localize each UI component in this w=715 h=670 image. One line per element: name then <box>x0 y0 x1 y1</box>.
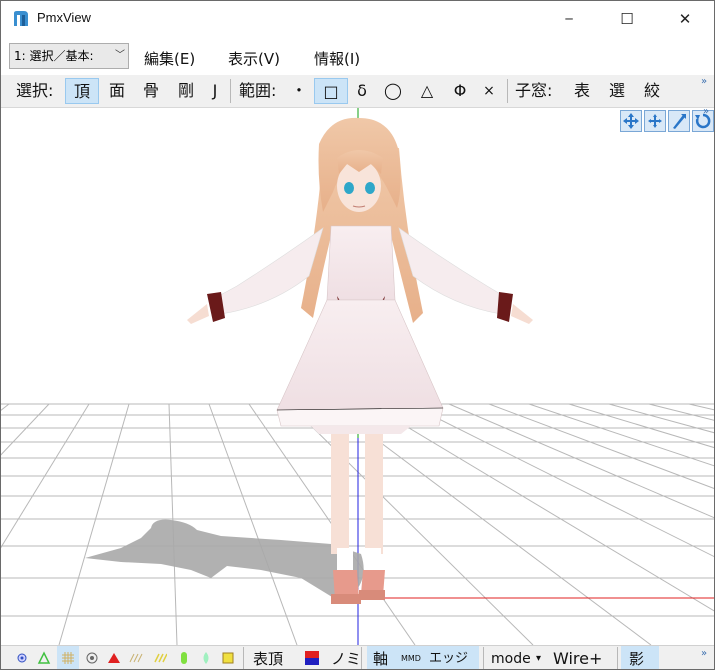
capsule-icon[interactable] <box>177 651 191 665</box>
wire-plus-toggle[interactable]: Wire+ <box>553 647 602 669</box>
child-window-filter-button[interactable]: 絞 <box>637 78 667 104</box>
minimize-icon: ─ <box>565 12 573 26</box>
target-icon[interactable] <box>85 651 99 665</box>
shadow-toggle[interactable]: 影 <box>629 647 644 669</box>
pmxview-app-icon <box>14 11 28 26</box>
move-axes-button[interactable] <box>644 110 666 132</box>
move-axes-icon <box>648 114 662 128</box>
statusbar-separator <box>361 647 362 669</box>
range-triangle-button[interactable]: △ <box>413 78 441 104</box>
model-shadow <box>85 519 364 600</box>
chevron-down-icon: ﹀ <box>115 50 125 61</box>
menu-bar: 1: 選択／基本: ﹀ 編集(E) 表示(V) 情報(I) <box>1 39 714 75</box>
range-phi-button[interactable]: Φ <box>446 78 474 104</box>
edge-toggle[interactable]: エッジ <box>429 647 468 669</box>
child-window-select-button[interactable]: 選 <box>602 78 632 104</box>
child-window-table-button[interactable]: 表 <box>567 78 597 104</box>
range-delta-button[interactable]: δ <box>350 78 374 104</box>
mode-select-value: 1: 選択／基本: <box>14 49 94 63</box>
mode-select[interactable]: 1: 選択／基本: ﹀ <box>9 43 129 69</box>
joint-icon[interactable] <box>221 651 235 665</box>
child-window-label: 子窓: <box>515 81 553 100</box>
select-vertex-button[interactable]: 頂 <box>65 78 99 104</box>
viewport-overflow-icon[interactable]: » <box>703 108 709 117</box>
select-joint-button[interactable]: J <box>204 78 226 104</box>
chevron-down-icon[interactable]: ▾ <box>536 647 541 669</box>
statusbar-separator <box>243 647 244 669</box>
select-label: 選択: <box>16 81 54 100</box>
maximize-icon: ☐ <box>620 10 634 28</box>
toolbar-separator <box>507 79 508 103</box>
main-window: PmxView ─ ☐ ✕ 1: 選択／基本: ﹀ 編集(E) 表示(V) 情報… <box>0 0 715 670</box>
statusbar-overflow-icon[interactable]: » <box>701 648 707 659</box>
color-swatch-icon[interactable] <box>305 651 319 665</box>
range-cancel-button[interactable]: × <box>477 78 501 104</box>
mmd-toggle[interactable]: MMD <box>401 647 421 669</box>
close-icon: ✕ <box>678 10 692 28</box>
select-rigid-button[interactable]: 剛 <box>171 78 201 104</box>
weight-lines-icon[interactable] <box>129 651 143 665</box>
status-bar: 表頂 ノミ 軸 MMD エッジ mode ▾ Wire+ 影 » <box>1 645 714 669</box>
close-button[interactable]: ✕ <box>662 1 708 37</box>
title-bar[interactable]: PmxView ─ ☐ ✕ <box>1 1 714 37</box>
vertex-dot-icon[interactable] <box>15 651 29 665</box>
show-vertex-label[interactable]: 表頂 <box>253 647 283 669</box>
toolbar-separator <box>230 79 231 103</box>
menu-info[interactable]: 情報(I) <box>314 48 360 69</box>
menu-view[interactable]: 表示(V) <box>228 48 280 69</box>
grid-icon[interactable] <box>61 651 75 665</box>
range-circle-button[interactable]: ◯ <box>379 78 407 104</box>
range-label: 範囲: <box>239 81 277 100</box>
maximize-button[interactable]: ☐ <box>604 1 650 37</box>
mode-dropdown[interactable]: mode <box>491 647 531 669</box>
statusbar-separator <box>483 647 484 669</box>
soft-body-icon[interactable] <box>199 651 213 665</box>
range-rect-button[interactable]: □ <box>314 78 348 104</box>
move-view-icon <box>623 113 639 129</box>
toolbar-overflow-icon[interactable]: » <box>701 76 707 87</box>
statusbar-separator <box>617 647 618 669</box>
no-label[interactable]: ノミ <box>331 647 361 669</box>
range-point-button[interactable]: ・ <box>287 78 311 104</box>
select-face-button[interactable]: 面 <box>102 78 132 104</box>
zoom-icon <box>673 114 686 129</box>
window-title: PmxView <box>37 10 91 25</box>
move-view-button[interactable] <box>620 110 642 132</box>
3d-viewport[interactable]: » <box>1 108 714 645</box>
character-model <box>187 117 533 604</box>
red-triangle-icon[interactable] <box>107 651 121 665</box>
axis-toggle[interactable]: 軸 <box>373 647 388 669</box>
zoom-button[interactable] <box>668 110 690 132</box>
minimize-button[interactable]: ─ <box>546 1 592 37</box>
yellow-lines-icon[interactable] <box>153 651 167 665</box>
toolbar: 選択: 頂 面 骨 剛 J 範囲: ・ □ δ ◯ △ Φ × 子窓: 表 選 … <box>1 75 714 108</box>
select-bone-button[interactable]: 骨 <box>136 78 166 104</box>
menu-edit[interactable]: 編集(E) <box>144 48 195 69</box>
viewport-scene <box>1 108 714 645</box>
green-mesh-icon[interactable] <box>37 651 51 665</box>
